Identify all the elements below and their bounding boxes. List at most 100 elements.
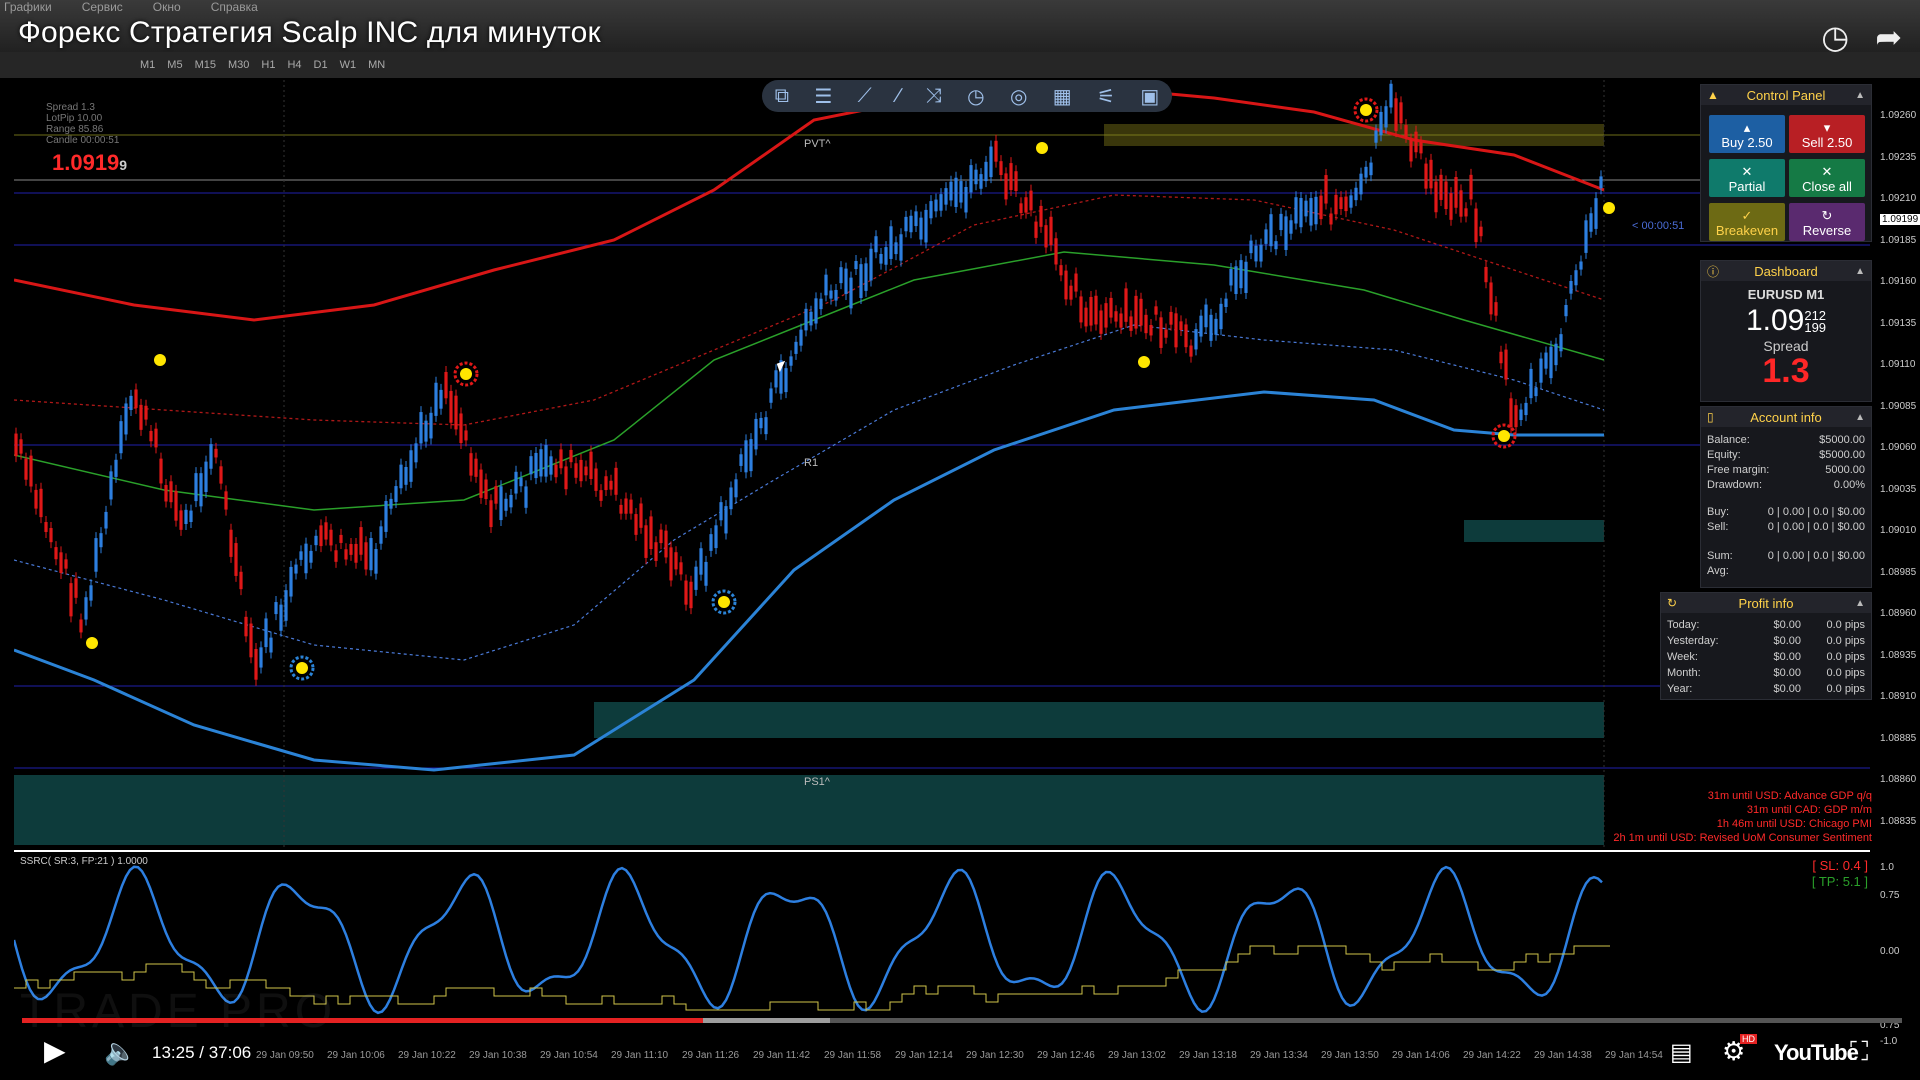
candle-body	[609, 480, 613, 490]
play-icon[interactable]: ▶	[44, 1034, 66, 1067]
oscillator-axis-label: 0.00	[1880, 946, 1900, 957]
candle-body	[1404, 125, 1408, 137]
timeframe-m15[interactable]: M15	[195, 59, 216, 71]
breakeven-button[interactable]: ✓ Breakeven	[1709, 203, 1785, 241]
candle-body	[1299, 198, 1303, 228]
timeframe-m1[interactable]: M1	[140, 59, 155, 71]
candle-body	[544, 445, 548, 477]
price-axis-label: 1.08910	[1880, 691, 1917, 702]
menu-item[interactable]: Графики	[4, 0, 52, 14]
menu-item[interactable]: Сервис	[82, 0, 123, 14]
candle-body	[919, 217, 923, 240]
news-item: 1h 46m until USD: Chicago PMI	[1716, 818, 1872, 830]
collapse-icon[interactable]: ▲	[1855, 598, 1865, 609]
candle-body	[104, 511, 108, 529]
candle-body	[1214, 318, 1218, 335]
candle-body	[214, 448, 218, 458]
timeframe-h4[interactable]: H4	[287, 59, 301, 71]
channel-tool-icon[interactable]: ∕	[897, 85, 900, 108]
account-row: Balance: $5000.00	[1707, 434, 1865, 446]
fullscreen-icon[interactable]: ⛶	[1850, 1036, 1868, 1068]
candle-body	[99, 533, 103, 548]
chart-canvas	[14, 80, 1870, 1080]
eye-icon[interactable]: ◎	[1010, 84, 1027, 109]
shuffle-icon[interactable]: ⤨	[926, 85, 942, 108]
volume-icon[interactable]: 🔈	[104, 1036, 136, 1067]
candle-body	[1369, 162, 1373, 176]
account-row: Equity: $5000.00	[1707, 449, 1865, 461]
candle-body	[219, 466, 223, 484]
line-tool-icon[interactable]: ⟋	[858, 85, 872, 108]
collapse-icon[interactable]: ▲	[1855, 266, 1865, 277]
candle-body	[324, 522, 328, 540]
buy-button[interactable]: ▴ Buy 2.50	[1709, 115, 1785, 153]
close-all-button[interactable]: ✕ Close all	[1789, 159, 1865, 197]
candle-body	[704, 561, 708, 586]
split-icon[interactable]: ⚟	[1097, 84, 1115, 109]
candle-body	[194, 473, 198, 502]
candle-body	[1414, 131, 1418, 153]
candle-body	[1529, 368, 1533, 399]
partial-close-button[interactable]: ✕ Partial	[1709, 159, 1785, 197]
candle-body	[714, 525, 718, 549]
candle-body	[1119, 313, 1123, 328]
timeframe-w1[interactable]: W1	[340, 59, 357, 71]
trash-icon[interactable]: ▦	[1053, 84, 1072, 109]
candle-body	[1469, 174, 1473, 200]
candle-body	[869, 248, 873, 281]
candle-body	[499, 486, 503, 521]
windows-icon[interactable]: ⧉	[775, 85, 789, 108]
candle-body	[464, 430, 468, 441]
timeframe-m30[interactable]: M30	[228, 59, 249, 71]
share-icon[interactable]: ➦	[1875, 18, 1902, 56]
profit-row: Week: $0.00 0.0 pips	[1667, 651, 1865, 663]
candle-body	[369, 538, 373, 571]
video-progress-bar[interactable]	[22, 1018, 1902, 1023]
candle-body	[719, 502, 723, 521]
collapse-icon[interactable]: ▲	[1855, 412, 1865, 423]
signal-dot	[460, 368, 472, 380]
menu-item[interactable]: Справка	[211, 0, 258, 14]
news-item: 31m until USD: Advance GDP q/q	[1707, 790, 1872, 802]
candle-body	[474, 458, 478, 477]
reverse-button[interactable]: ↻ Reverse	[1789, 203, 1865, 241]
candle-body	[354, 543, 358, 563]
candle-body	[1309, 198, 1313, 226]
spread-value: 1.3	[1762, 352, 1810, 390]
camera-icon[interactable]: ▣	[1140, 84, 1159, 109]
candle-body	[799, 329, 803, 346]
timeframe-d1[interactable]: D1	[314, 59, 328, 71]
candle-body	[1499, 351, 1503, 364]
clock-icon[interactable]: ◷	[967, 84, 984, 109]
menu-icon[interactable]: ☰	[814, 84, 832, 109]
youtube-logo[interactable]: YouTube	[1774, 1040, 1859, 1066]
menu-item[interactable]: Окно	[153, 0, 181, 14]
video-title[interactable]: Форекс Стратегия Scalp INC для минуток	[18, 16, 601, 50]
candle-body	[1534, 388, 1538, 397]
candle-body	[1454, 177, 1458, 208]
captions-icon[interactable]: ▤	[1670, 1038, 1693, 1067]
watch-later-icon[interactable]: ◷	[1821, 18, 1849, 56]
timeframe-mn[interactable]: MN	[368, 59, 385, 71]
candle-body	[329, 529, 333, 546]
candle-body	[1024, 197, 1028, 213]
candle-body	[1449, 193, 1453, 220]
ps1-label: PS1^	[804, 776, 830, 788]
collapse-icon[interactable]: ▲	[1855, 90, 1865, 101]
candle-body	[399, 464, 403, 489]
candle-body	[734, 479, 738, 498]
sell-button[interactable]: ▾ Sell 2.50	[1789, 115, 1865, 153]
price-axis-label: 1.09235	[1880, 151, 1917, 163]
candle-body	[629, 499, 633, 514]
candle-body	[144, 405, 148, 420]
candle-body	[1589, 213, 1593, 232]
price-axis-label: 1.09210	[1880, 193, 1917, 204]
timeframe-h1[interactable]: H1	[261, 59, 275, 71]
price-chart[interactable]	[14, 80, 1870, 1080]
candle-body	[489, 500, 493, 528]
candle-body	[689, 581, 693, 609]
candle-body	[1004, 173, 1008, 200]
timeframe-m5[interactable]: M5	[167, 59, 182, 71]
panel-title: Account info	[1750, 409, 1822, 425]
candle-body	[819, 298, 823, 310]
